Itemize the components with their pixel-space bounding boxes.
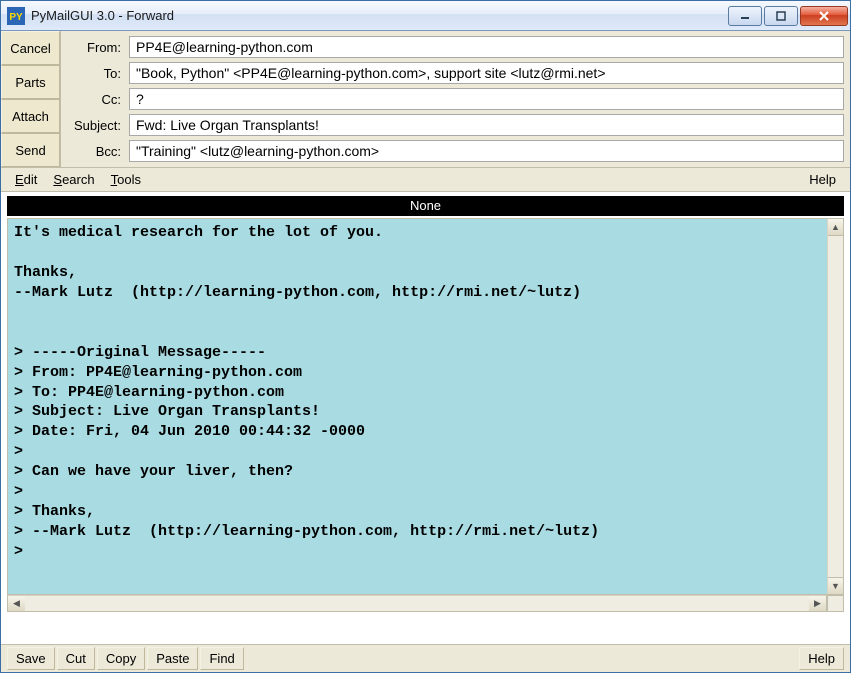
attachments-bar: None [7,196,844,216]
to-input[interactable] [129,62,844,84]
cut-button[interactable]: Cut [57,647,95,670]
from-label: From: [67,40,125,55]
attach-button[interactable]: Attach [1,99,60,133]
subject-label: Subject: [67,118,125,133]
subject-input[interactable] [129,114,844,136]
bcc-input[interactable] [129,140,844,162]
maximize-button[interactable] [764,6,798,26]
message-body[interactable]: It's medical research for the lot of you… [7,218,827,595]
compose-header: Cancel Parts Attach Send From: To: Cc: S… [1,31,850,168]
find-button[interactable]: Find [200,647,243,670]
menu-search[interactable]: Search [45,170,102,189]
menu-help[interactable]: Help [801,170,844,189]
vertical-scrollbar[interactable]: ▲ ▼ [827,218,844,595]
scroll-corner [827,595,844,612]
horizontal-scrollbar[interactable]: ◀ ▶ [7,595,827,612]
save-button[interactable]: Save [7,647,55,670]
menu-edit-rest: dit [24,172,38,187]
help-button[interactable]: Help [799,647,844,670]
menu-tools[interactable]: Tools [103,170,149,189]
menubar: Edit Search Tools Help [1,168,850,192]
to-label: To: [67,66,125,81]
body-area: It's medical research for the lot of you… [7,218,844,612]
paste-button[interactable]: Paste [147,647,198,670]
parts-button[interactable]: Parts [1,65,60,99]
app-icon-text: PY [9,12,23,23]
window-controls [728,6,848,26]
copy-button[interactable]: Copy [97,647,145,670]
menu-edit[interactable]: Edit [7,170,45,189]
menu-search-rest: earch [62,172,95,187]
cc-input[interactable] [129,88,844,110]
scroll-down-icon[interactable]: ▼ [828,577,843,594]
scroll-right-icon[interactable]: ▶ [809,596,826,611]
menu-tools-rest: ools [117,172,141,187]
bcc-label: Bcc: [67,144,125,159]
from-input[interactable] [129,36,844,58]
bottom-toolbar: Save Cut Copy Paste Find Help [1,644,850,672]
titlebar: PY PyMailGUI 3.0 - Forward [1,1,850,31]
cancel-button[interactable]: Cancel [1,31,60,65]
close-button[interactable] [800,6,848,26]
minimize-button[interactable] [728,6,762,26]
cc-label: Cc: [67,92,125,107]
hscroll-track[interactable] [25,596,809,611]
header-fields: From: To: Cc: Subject: Bcc: [61,31,850,167]
window-title: PyMailGUI 3.0 - Forward [31,8,728,23]
vscroll-track[interactable] [828,236,843,577]
send-button[interactable]: Send [1,133,60,167]
app-icon: PY [7,7,25,25]
scroll-left-icon[interactable]: ◀ [8,596,25,611]
action-buttons-column: Cancel Parts Attach Send [1,31,61,167]
scroll-up-icon[interactable]: ▲ [828,219,843,236]
